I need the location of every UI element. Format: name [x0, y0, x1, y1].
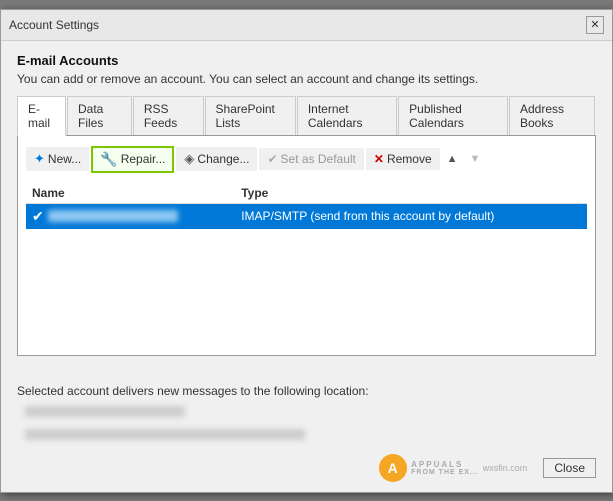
watermark-area: A APPUALS FROM THE EX... wxsfin.com: [17, 454, 535, 482]
watermark-text: APPUALS FROM THE EX...: [411, 460, 479, 476]
account-name-blurred: [48, 210, 178, 222]
location-text-1-blurred: [25, 406, 185, 417]
new-button[interactable]: ✦ New...: [26, 147, 89, 171]
account-type-cell: IMAP/SMTP (send from this account by def…: [235, 203, 587, 229]
location-info: [25, 406, 596, 448]
tab-email-content: ✦ New... 🔧 Repair... ◈ Change... ✔ Set a…: [17, 136, 596, 356]
logo-icon: A: [379, 454, 407, 482]
new-label: New...: [48, 152, 81, 166]
table-row[interactable]: ✔ IMAP/SMTP (send from this account by d…: [26, 203, 587, 229]
repair-label: Repair...: [121, 152, 166, 166]
remove-label: Remove: [387, 152, 432, 166]
remove-button[interactable]: ✕ Remove: [366, 148, 440, 170]
location-line-1: [25, 406, 596, 425]
account-name-cell: ✔: [26, 203, 235, 229]
tab-rss-feeds[interactable]: RSS Feeds: [133, 96, 204, 135]
tabs-bar: E-mail Data Files RSS Feeds SharePoint L…: [17, 96, 596, 136]
bottom-bar: A APPUALS FROM THE EX... wxsfin.com Clos…: [1, 448, 612, 492]
window-body: E-mail Accounts You can add or remove an…: [1, 41, 612, 372]
section-title: E-mail Accounts: [17, 53, 596, 68]
repair-button[interactable]: 🔧 Repair...: [91, 146, 174, 173]
default-label: Set as Default: [281, 152, 356, 166]
move-down-button[interactable]: ▼: [465, 149, 486, 169]
title-bar: Account Settings ✕: [1, 10, 612, 41]
bottom-section: Selected account delivers new messages t…: [1, 384, 612, 448]
watermark-site: wxsfin.com: [483, 463, 528, 473]
window-title: Account Settings: [9, 18, 99, 32]
account-settings-window: Account Settings ✕ E-mail Accounts You c…: [0, 9, 613, 493]
account-type-text: IMAP/SMTP (send from this account by def…: [241, 209, 494, 223]
tab-email[interactable]: E-mail: [17, 96, 66, 136]
set-default-button[interactable]: ✔ Set as Default: [259, 148, 363, 170]
default-account-icon: ✔: [32, 208, 44, 225]
default-icon: ✔: [267, 152, 277, 166]
close-button[interactable]: Close: [543, 458, 596, 478]
col-type-header: Type: [235, 183, 587, 204]
tab-address-books[interactable]: Address Books: [509, 96, 595, 135]
new-icon: ✦: [34, 151, 45, 167]
close-window-button[interactable]: ✕: [586, 16, 604, 34]
delivers-label: Selected account delivers new messages t…: [17, 384, 596, 398]
location-line-2: [25, 429, 596, 448]
toolbar: ✦ New... 🔧 Repair... ◈ Change... ✔ Set a…: [26, 144, 587, 175]
watermark-logo: A APPUALS FROM THE EX...: [379, 454, 479, 482]
tab-data-files[interactable]: Data Files: [67, 96, 132, 135]
tab-published-calendars[interactable]: Published Calendars: [398, 96, 508, 135]
section-description: You can add or remove an account. You ca…: [17, 72, 596, 86]
change-icon: ◈: [184, 151, 194, 167]
remove-icon: ✕: [374, 152, 384, 166]
accounts-table: Name Type ✔ IMAP/SMTP (send from: [26, 183, 587, 229]
change-button[interactable]: ◈ Change...: [176, 147, 257, 171]
col-name-header: Name: [26, 183, 235, 204]
tab-internet-calendars[interactable]: Internet Calendars: [297, 96, 397, 135]
change-label: Change...: [197, 152, 249, 166]
tab-sharepoint[interactable]: SharePoint Lists: [205, 96, 296, 135]
location-text-2-blurred: [25, 429, 305, 440]
move-up-button[interactable]: ▲: [442, 149, 463, 169]
repair-icon: 🔧: [100, 151, 117, 168]
